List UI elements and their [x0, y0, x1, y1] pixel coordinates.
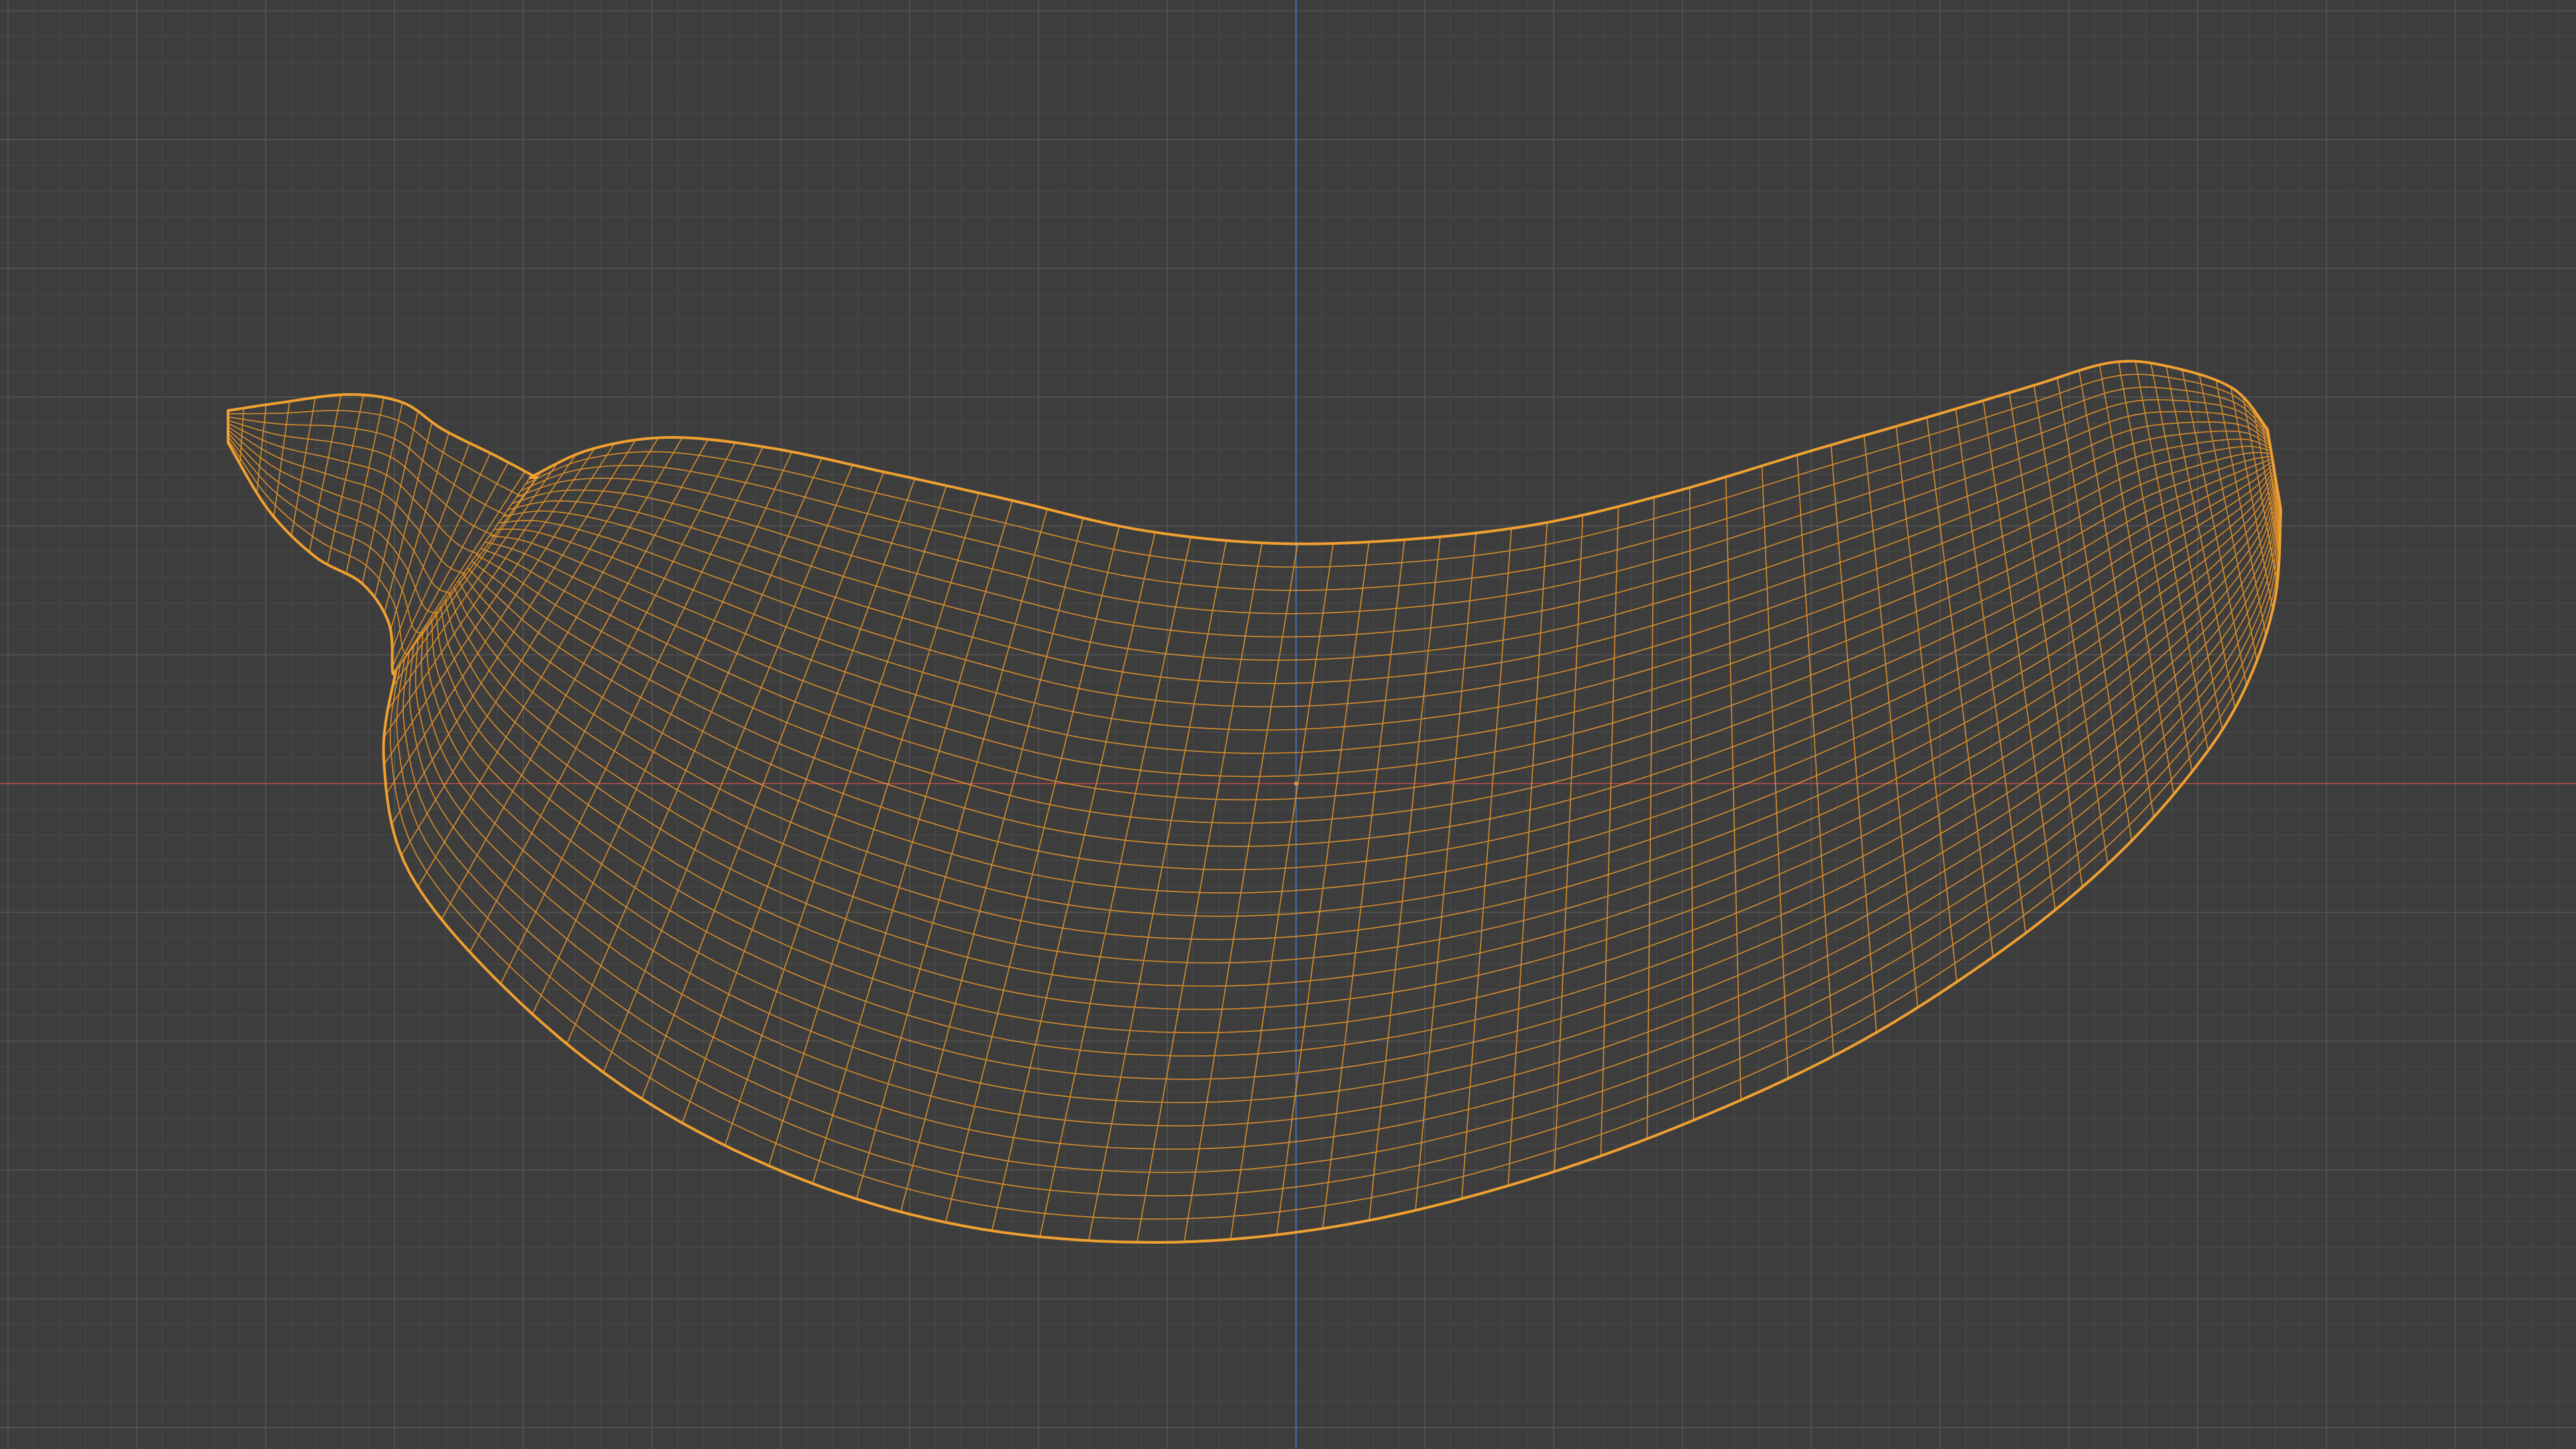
3d-viewport[interactable] [0, 0, 2576, 1449]
object-origin-icon [1294, 782, 1298, 786]
banana-body-edges [382, 360, 2282, 1243]
mesh-edges [227, 360, 2282, 1243]
banana-wireframe-mesh[interactable] [0, 0, 2576, 1449]
